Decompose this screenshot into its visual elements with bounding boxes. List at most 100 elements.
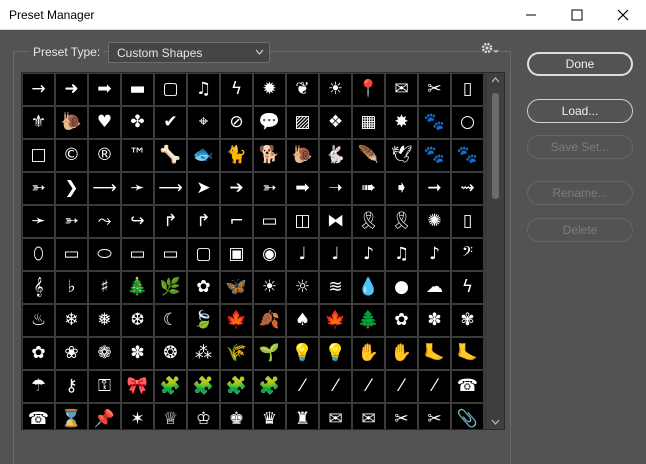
shape-thumbnail[interactable]: 💧 xyxy=(353,272,384,303)
shape-thumbnail[interactable]: ▯ xyxy=(452,206,483,237)
save-set-button[interactable]: Save Set... xyxy=(527,135,633,159)
shape-thumbnail[interactable]: ™ xyxy=(122,140,153,171)
shape-thumbnail[interactable]: ▯ xyxy=(452,74,483,105)
shape-thumbnail[interactable]: 🐌 xyxy=(56,107,87,138)
scroll-down-button[interactable] xyxy=(487,415,504,429)
shape-thumbnail[interactable]: ❯ xyxy=(56,173,87,204)
shape-thumbnail[interactable]: ❆ xyxy=(122,305,153,336)
shape-thumbnail[interactable]: 🍁 xyxy=(320,305,351,336)
shape-thumbnail[interactable]: ● xyxy=(386,272,417,303)
shape-thumbnail[interactable]: 🪶 xyxy=(353,140,384,171)
shape-thumbnail[interactable]: ↱ xyxy=(155,206,186,237)
shape-thumbnail[interactable]: ➳ xyxy=(56,206,87,237)
shape-thumbnail[interactable]: 🐾 xyxy=(452,140,483,171)
shape-thumbnail[interactable]: ✂ xyxy=(386,404,417,429)
shape-thumbnail[interactable]: 🎀 xyxy=(122,371,153,402)
shape-thumbnail[interactable]: ▢ xyxy=(188,239,219,270)
shape-thumbnail[interactable]: ○ xyxy=(452,107,483,138)
shape-thumbnail[interactable]: ☎ xyxy=(452,371,483,402)
shape-thumbnail[interactable]: ▦ xyxy=(353,107,384,138)
shape-thumbnail[interactable]: ❄ xyxy=(56,305,87,336)
shape-thumbnail[interactable]: ❅ xyxy=(89,305,120,336)
shape-thumbnail[interactable]: ❂ xyxy=(155,338,186,369)
shape-thumbnail[interactable]: ⁄ xyxy=(287,371,318,402)
shape-thumbnail[interactable]: 📌 xyxy=(89,404,120,429)
shape-thumbnail[interactable]: ♨ xyxy=(23,305,54,336)
shape-thumbnail[interactable]: 𝄢 xyxy=(452,239,483,270)
shape-thumbnail[interactable]: ϟ xyxy=(452,272,483,303)
shape-thumbnail[interactable]: ➞ xyxy=(419,173,450,204)
shape-thumbnail[interactable]: 🐾 xyxy=(419,107,450,138)
shape-thumbnail[interactable]: ➳ xyxy=(254,173,285,204)
shape-thumbnail[interactable]: 🧩 xyxy=(254,371,285,402)
shape-thumbnail[interactable]: ✸ xyxy=(386,107,417,138)
shape-thumbnail[interactable]: ❀ xyxy=(56,338,87,369)
shape-thumbnail[interactable]: ➛ xyxy=(23,206,54,237)
vertical-scrollbar[interactable] xyxy=(487,73,504,429)
shape-thumbnail[interactable]: ⌛ xyxy=(56,404,87,429)
shape-thumbnail[interactable]: ♕ xyxy=(155,404,186,429)
shape-thumbnail[interactable]: 🐕 xyxy=(254,140,285,171)
shape-thumbnail[interactable]: ▭ xyxy=(254,206,285,237)
shape-thumbnail[interactable]: 🧩 xyxy=(221,371,252,402)
shape-thumbnail[interactable]: ♫ xyxy=(188,74,219,105)
shape-thumbnail[interactable]: ♥ xyxy=(89,107,120,138)
shape-thumbnail[interactable]: ❖ xyxy=(320,107,351,138)
shape-thumbnail[interactable]: ◫ xyxy=(287,206,318,237)
shape-thumbnail[interactable]: 🦶 xyxy=(452,338,483,369)
shape-thumbnail[interactable]: ☎ xyxy=(23,404,54,429)
shape-thumbnail[interactable]: 🐇 xyxy=(320,140,351,171)
shape-thumbnail[interactable]: ➳ xyxy=(23,173,54,204)
shape-thumbnail[interactable]: ☂ xyxy=(23,371,54,402)
shape-thumbnail[interactable]: 🐌 xyxy=(287,140,318,171)
shape-thumbnail[interactable]: 💡 xyxy=(287,338,318,369)
shape-thumbnail[interactable]: ♪ xyxy=(353,239,384,270)
shape-thumbnail[interactable]: ➡ xyxy=(89,74,120,105)
shape-thumbnail[interactable]: ☀ xyxy=(320,74,351,105)
shape-thumbnail[interactable]: 🧩 xyxy=(188,371,219,402)
shape-thumbnail[interactable]: ♛ xyxy=(254,404,285,429)
shape-thumbnail[interactable]: 🕊 xyxy=(386,140,417,171)
minimize-button[interactable] xyxy=(508,0,554,30)
shape-thumbnail[interactable]: ↱ xyxy=(188,206,219,237)
shape-thumbnail[interactable]: ⊘ xyxy=(221,107,252,138)
shape-thumbnail[interactable]: ☀ xyxy=(254,272,285,303)
shape-thumbnail[interactable]: 𝄞 xyxy=(23,272,54,303)
shape-thumbnail[interactable]: 🧩 xyxy=(155,371,186,402)
shape-thumbnail[interactable]: ▭ xyxy=(155,239,186,270)
shape-thumbnail[interactable]: 🎄 xyxy=(122,272,153,303)
shape-thumbnail[interactable]: 💡 xyxy=(320,338,351,369)
shape-thumbnail[interactable]: ✉ xyxy=(353,404,384,429)
shape-thumbnail[interactable]: ➛ xyxy=(122,173,153,204)
shape-thumbnail[interactable]: 🎗 xyxy=(353,206,384,237)
shape-thumbnail[interactable]: ➝ xyxy=(320,173,351,204)
shape-thumbnail[interactable]: ⤳ xyxy=(89,206,120,237)
shape-thumbnail[interactable]: ⬭ xyxy=(89,239,120,270)
shape-thumbnail[interactable]: ✉ xyxy=(386,74,417,105)
gear-menu-button[interactable] xyxy=(480,41,502,57)
shape-thumbnail[interactable]: ♔ xyxy=(188,404,219,429)
shape-thumbnail[interactable]: ♩ xyxy=(287,239,318,270)
shape-thumbnail[interactable]: 🐈 xyxy=(221,140,252,171)
maximize-button[interactable] xyxy=(554,0,600,30)
shape-thumbnail[interactable]: ✂ xyxy=(419,404,450,429)
shape-thumbnail[interactable]: ➡ xyxy=(287,173,318,204)
shape-thumbnail[interactable]: ✿ xyxy=(386,305,417,336)
shape-thumbnail[interactable]: ❁ xyxy=(89,338,120,369)
shape-thumbnail[interactable]: ♪ xyxy=(419,239,450,270)
shape-thumbnail[interactable]: 🐟 xyxy=(188,140,219,171)
shape-thumbnail[interactable]: ✋ xyxy=(353,338,384,369)
shape-thumbnail[interactable]: 🌲 xyxy=(353,305,384,336)
shape-thumbnail[interactable]: ❦ xyxy=(287,74,318,105)
shape-thumbnail[interactable]: 📍 xyxy=(353,74,384,105)
shape-thumbnail[interactable]: ⚷ xyxy=(56,371,87,402)
shape-thumbnail[interactable]: □ xyxy=(23,140,54,171)
shape-thumbnail[interactable]: ♭ xyxy=(56,272,87,303)
shape-thumbnail[interactable]: ⟶ xyxy=(155,173,186,204)
shape-thumbnail[interactable]: ⌖ xyxy=(188,107,219,138)
rename-button[interactable]: Rename... xyxy=(527,181,633,205)
shape-thumbnail[interactable]: © xyxy=(56,140,87,171)
shape-thumbnail[interactable]: ⧓ xyxy=(320,206,351,237)
shape-thumbnail[interactable]: ♫ xyxy=(386,239,417,270)
shape-thumbnail[interactable]: ▭ xyxy=(122,239,153,270)
